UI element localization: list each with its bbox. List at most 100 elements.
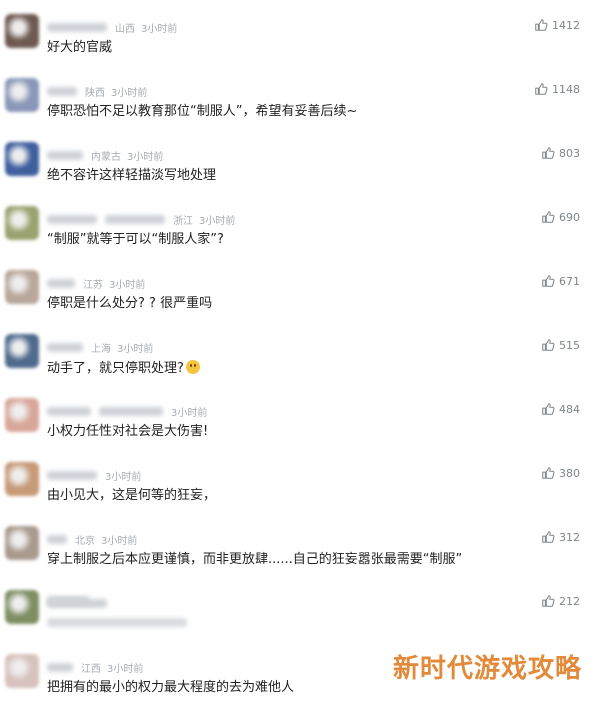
avatar[interactable] (5, 14, 39, 48)
like-count: 803 (559, 146, 580, 160)
comment-text: 小权力任性对社会是大伤害! (47, 424, 208, 440)
thumbs-up-icon (542, 467, 555, 479)
like-button[interactable]: 312 (541, 530, 580, 544)
comment-meta: 江西 3小时前 (47, 660, 143, 675)
username-blurred[interactable] (47, 214, 97, 224)
like-button[interactable]: 515 (541, 338, 580, 352)
avatar[interactable] (5, 462, 39, 496)
region-label: 上海 (91, 343, 111, 355)
like-count: 212 (559, 594, 580, 608)
comment-text-content: 停职是什么处分? ? 很严重吗 (47, 296, 213, 311)
comment-meta: 上海 3小时前 (47, 340, 153, 355)
timestamp: 3小时前 (199, 215, 236, 227)
comment-text: 把拥有的最小的权力最大程度的去为难他人 (47, 680, 294, 696)
comment-meta: 浙江 3小时前 (47, 212, 236, 227)
like-count: 380 (559, 466, 580, 480)
comment-item: 3小时前小权力任性对社会是大伤害! 484 (0, 398, 594, 462)
comment-item: 北京 3小时前 穿上制服之后本应更谨慎，而非更放肆......自己的狂妄嚣张最需要“… (0, 526, 594, 590)
like-button[interactable]: 380 (541, 466, 580, 480)
username-blurred[interactable] (47, 470, 97, 480)
comment-item: 江苏 3小时前停职是什么处分? ? 很严重吗 671 (0, 270, 594, 334)
username-blurred[interactable] (47, 406, 91, 416)
comment-text-content: “制服”就等于可以“制服人家”? (47, 232, 224, 247)
like-button[interactable]: 212 (541, 594, 580, 608)
timestamp: 3小时前 (171, 407, 208, 419)
comment-text: 好大的官威 (47, 40, 112, 56)
like-count: 484 (559, 402, 580, 416)
username-blurred[interactable] (47, 534, 67, 544)
comment-text: 穿上制服之后本应更谨慎，而非更放肆......自己的狂妄嚣张最需要“制服” (47, 552, 462, 568)
username-blurred[interactable] (105, 214, 165, 224)
avatar[interactable] (5, 398, 39, 432)
region-label: 江西 (81, 663, 101, 675)
comment-meta: 3小时前 (47, 404, 208, 419)
comment-meta: 山西 3小时前 (47, 20, 178, 35)
like-button[interactable]: 1148 (534, 82, 580, 96)
avatar[interactable] (5, 78, 39, 112)
timestamp: 3小时前 (141, 23, 178, 35)
comment-text-content: 动手了，就只停职处理? (47, 361, 184, 376)
avatar[interactable] (5, 526, 39, 560)
comment-text: 停职是什么处分? ? 很严重吗 (47, 296, 212, 312)
like-button[interactable]: 1412 (534, 18, 580, 32)
thumbs-up-icon (542, 275, 555, 287)
comment-text: “制服”就等于可以“制服人家”? (47, 232, 224, 248)
comment-text: 由小见大，这是何等的狂妄， (47, 488, 216, 504)
like-count: 671 (559, 274, 580, 288)
thumbs-up-icon (542, 339, 555, 351)
comment-item: 上海 3小时前动手了，就只停职处理? 515 (0, 334, 594, 398)
comment-item: 3小时前由小见大，这是何等的狂妄， 380 (0, 462, 594, 526)
region-label: 山西 (115, 23, 135, 35)
username-blurred[interactable] (47, 86, 77, 96)
like-button[interactable]: 484 (541, 402, 580, 416)
comment-text-content: 停职恐怕不足以教育那位“制服人”，希望有妥善后续~ (47, 104, 358, 119)
timestamp: 3小时前 (109, 279, 146, 291)
thumbs-up-icon (542, 211, 555, 223)
thumbs-up-icon (542, 595, 555, 607)
comment-meta: 江苏 3小时前 (47, 276, 146, 291)
username-blurred[interactable] (47, 662, 73, 672)
timestamp: 3小时前 (105, 471, 142, 483)
thumbs-up-icon (542, 531, 555, 543)
comment-item: 山西 3小时前好大的官威 1412 (0, 14, 594, 78)
avatar[interactable] (5, 590, 39, 624)
comment-text: 动手了，就只停职处理? (47, 360, 200, 377)
comment-text: 停职恐怕不足以教育那位“制服人”，希望有妥善后续~ (47, 104, 357, 120)
username-blurred[interactable] (47, 278, 75, 288)
username-blurred[interactable] (47, 150, 83, 160)
username-blurred[interactable] (47, 342, 83, 352)
comment-item: 陕西 3小时前停职恐怕不足以教育那位“制服人”，希望有妥善后续~ 1148 (0, 78, 594, 142)
avatar[interactable] (5, 270, 39, 304)
like-count: 1148 (552, 82, 580, 96)
avatar[interactable] (5, 334, 39, 368)
like-count: 312 (559, 530, 580, 544)
comment-item: 浙江 3小时前 “制服”就等于可以“制服人家”? 690 (0, 206, 594, 270)
username-blurred[interactable] (47, 22, 107, 32)
avatar[interactable] (5, 206, 39, 240)
blurred-text (47, 618, 187, 627)
thumbs-up-icon (542, 147, 555, 159)
like-count: 690 (559, 210, 580, 224)
avatar[interactable] (5, 654, 39, 688)
site-watermark: 新时代游戏攻略 (392, 654, 582, 684)
comment-text-content: 穿上制服之后本应更谨慎，而非更放肆......自己的狂妄嚣张最需要“制服” (47, 552, 463, 567)
comment-meta: 内蒙古 3小时前 (47, 148, 164, 163)
comment-meta: 3小时前 (47, 468, 142, 483)
thumbs-up-icon (535, 19, 548, 31)
avatar[interactable] (5, 142, 39, 176)
comment-text-content: 由小见大，这是何等的狂妄， (47, 488, 217, 503)
like-count: 1412 (552, 18, 580, 32)
region-label: 江苏 (83, 279, 103, 291)
like-button[interactable]: 690 (541, 210, 580, 224)
like-count: 515 (559, 338, 580, 352)
emoji-icon (185, 360, 200, 374)
comment-meta: 陕西 3小时前 (47, 84, 148, 99)
username-blurred[interactable] (99, 406, 163, 416)
like-button[interactable]: 671 (541, 274, 580, 288)
timestamp: 3小时前 (111, 87, 148, 99)
like-button[interactable]: 803 (541, 146, 580, 160)
timestamp: 3小时前 (127, 151, 164, 163)
timestamp: 3小时前 (101, 535, 138, 547)
region-label: 浙江 (173, 215, 193, 227)
comment-item: 212 (0, 590, 594, 654)
